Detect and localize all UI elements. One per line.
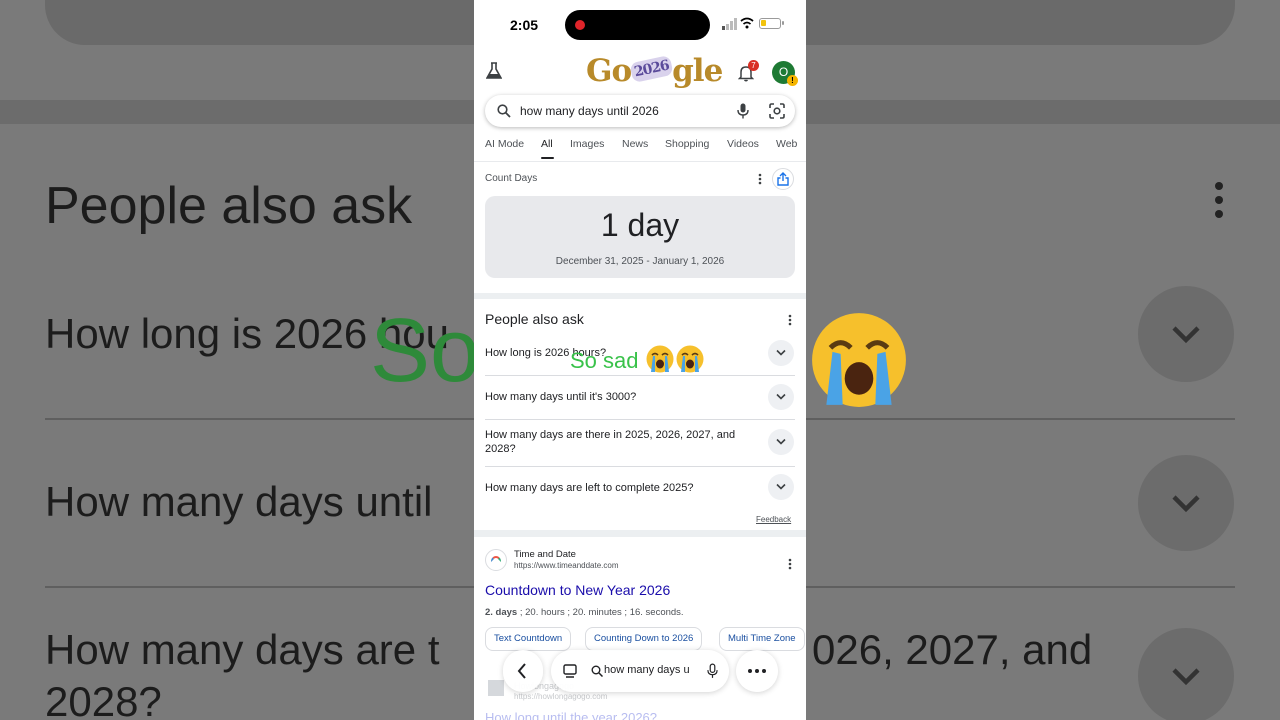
- tab-videos[interactable]: Videos: [727, 138, 759, 150]
- paa-question[interactable]: How many days are there in 2025, 2026, 2…: [485, 420, 795, 467]
- notification-count-badge: 7: [748, 60, 759, 71]
- bg-question-3: How many days are t: [45, 626, 440, 673]
- status-time: 2:05: [510, 17, 539, 33]
- next-result-title[interactable]: How long until the year 2026?: [485, 710, 657, 720]
- bg-chevron-down-icon: [1138, 286, 1234, 382]
- google-lens-icon[interactable]: [769, 103, 785, 119]
- next-result-url: https://howlongagogo.com: [514, 692, 608, 701]
- result-snippet: 2. days ; 20. hours ; 20. minutes ; 16. …: [485, 607, 684, 618]
- paa-question[interactable]: How many days are left to complete 2025?: [485, 467, 795, 508]
- next-result-favicon: [488, 680, 504, 696]
- days-count: 1 day: [600, 207, 680, 243]
- tab-all[interactable]: All: [541, 138, 553, 150]
- more-options-icon[interactable]: [758, 173, 762, 185]
- bg-caption-fragment: So: [370, 301, 481, 401]
- address-bar-query[interactable]: how many days u: [604, 664, 694, 676]
- section-separator: [474, 293, 806, 299]
- search-input[interactable]: how many days until 2026: [520, 104, 659, 118]
- bg-question-3-right: 026, 2027, and: [812, 626, 1093, 673]
- tab-news[interactable]: News: [622, 138, 648, 150]
- result-title-link[interactable]: Countdown to New Year 2026: [485, 582, 670, 598]
- chevron-down-icon: [776, 438, 786, 445]
- search-result: Time and Date https://www.timeanddate.co…: [474, 540, 806, 660]
- crying-face-icon: [676, 345, 704, 373]
- search-icon: [591, 665, 603, 677]
- site-favicon: [485, 549, 507, 571]
- voice-search-mic-icon[interactable]: [737, 103, 749, 119]
- date-range: December 31, 2025 - January 1, 2026: [555, 256, 725, 267]
- google-doodle-logo[interactable]: Go 2026gle: [586, 53, 723, 93]
- chevron-left-icon: [517, 663, 526, 679]
- tab-images[interactable]: Images: [570, 138, 604, 150]
- tab-shopping[interactable]: Shopping: [665, 138, 709, 150]
- site-url[interactable]: https://www.timeanddate.com: [514, 561, 619, 570]
- bg-question-2: How many days until: [45, 478, 433, 525]
- wifi-icon: [740, 17, 754, 29]
- chevron-down-icon: [776, 483, 786, 490]
- share-button[interactable]: [772, 168, 794, 190]
- paa-question-text: How many days are there in 2025, 2026, 2…: [485, 429, 736, 455]
- google-header: Go 2026gle 7 O !: [474, 50, 806, 94]
- expand-button[interactable]: [768, 429, 794, 455]
- count-days-result-box: 1 day December 31, 2025 - January 1, 202…: [485, 196, 795, 278]
- signal-icon: [722, 18, 737, 30]
- more-menu-button[interactable]: [736, 650, 778, 692]
- recording-dot-icon: [575, 20, 585, 30]
- tabs-icon[interactable]: [563, 664, 577, 678]
- bottom-address-bar[interactable]: how many days u: [551, 650, 729, 692]
- active-tab-indicator: [541, 157, 554, 159]
- bg-kebab-icon: [1211, 182, 1227, 222]
- sitelink-chip[interactable]: Text Countdown: [485, 627, 572, 651]
- back-button[interactable]: [503, 650, 543, 692]
- more-options-icon[interactable]: [788, 314, 792, 326]
- paa-question[interactable]: How many days until it's 3000?: [485, 376, 795, 420]
- expand-button[interactable]: [768, 384, 794, 410]
- search-tabs: AI Mode All Images News Shopping Videos …: [474, 136, 806, 162]
- tab-ai-mode[interactable]: AI Mode: [485, 138, 524, 150]
- sitelink-chip[interactable]: Counting Down to 2026: [585, 627, 703, 651]
- paa-question-text: How many days until it's 3000?: [485, 391, 637, 403]
- labs-flask-icon[interactable]: [486, 62, 502, 80]
- status-bar: 2:05: [474, 0, 806, 50]
- bg-heading: People also ask: [45, 177, 413, 235]
- mic-icon[interactable]: [707, 663, 718, 679]
- chevron-down-icon: [776, 349, 786, 356]
- paa-question-text: How many days are left to complete 2025?: [485, 482, 694, 494]
- crying-face-icon: [812, 313, 906, 407]
- section-separator: [474, 530, 806, 537]
- chevron-down-icon: [776, 393, 786, 400]
- bg-chevron-down-icon: [1138, 455, 1234, 551]
- more-options-icon[interactable]: [788, 558, 792, 570]
- share-icon: [777, 172, 789, 186]
- battery-icon: [759, 18, 784, 29]
- bg-chevron-down-icon: [1138, 628, 1234, 720]
- count-days-title: Count Days: [485, 173, 538, 184]
- sitelink-chip[interactable]: Multi Time Zone: [719, 627, 805, 651]
- expand-button[interactable]: [768, 340, 794, 366]
- feedback-link[interactable]: Feedback: [756, 515, 791, 524]
- people-also-ask: People also ask How long is 2026 hours? …: [474, 300, 806, 530]
- dynamic-island: [565, 10, 710, 40]
- expand-button[interactable]: [768, 474, 794, 500]
- tab-web[interactable]: Web: [776, 138, 797, 150]
- account-warning-icon: !: [787, 75, 798, 86]
- search-bar[interactable]: how many days until 2026: [485, 95, 795, 127]
- count-days-card: Count Days 1 day December 31, 2025 - Jan…: [474, 163, 806, 293]
- search-icon: [497, 104, 511, 118]
- bg-question-3-line2: 2028?: [45, 678, 162, 720]
- site-name[interactable]: Time and Date: [514, 549, 576, 560]
- overlay-caption: So sad: [570, 344, 705, 374]
- crying-face-icon: [646, 345, 674, 373]
- paa-title: People also ask: [485, 311, 584, 327]
